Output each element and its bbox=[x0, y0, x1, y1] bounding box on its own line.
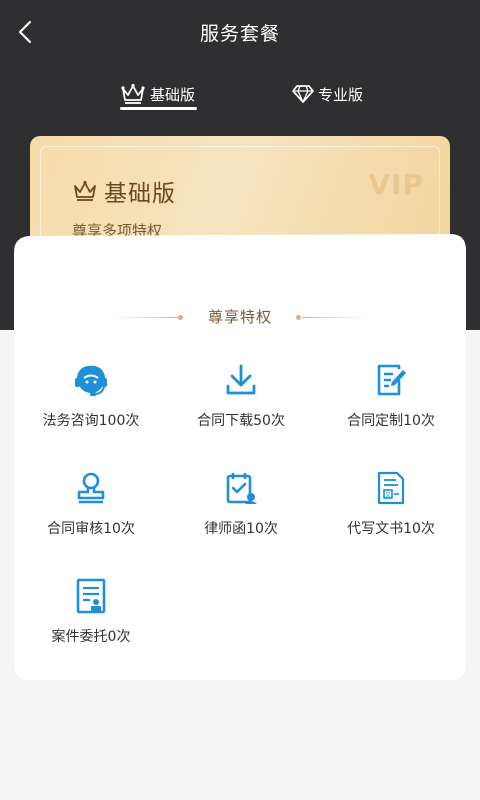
feature-label: 合同下载50次 bbox=[197, 413, 285, 429]
feature-contract-custom[interactable]: 合同定制10次 bbox=[316, 352, 466, 452]
feature-label: 合同审核10次 bbox=[47, 521, 135, 537]
feature-contract-download[interactable]: 合同下载50次 bbox=[166, 352, 316, 452]
document-icon: 文 bbox=[377, 471, 405, 505]
feature-label: 律师函10次 bbox=[204, 521, 278, 537]
feature-label: 案件委托0次 bbox=[51, 629, 131, 645]
feature-case-entrust[interactable]: 案件委托0次 bbox=[16, 568, 166, 668]
lawyer-letter-icon bbox=[226, 473, 257, 504]
case-entrust-icon bbox=[76, 578, 106, 614]
feature-label: 代写文书10次 bbox=[347, 521, 435, 537]
feature-label: 法务咨询100次 bbox=[42, 413, 140, 429]
feature-contract-review[interactable]: 合同审核10次 bbox=[16, 460, 166, 560]
stamp-icon bbox=[77, 472, 105, 504]
feature-legal-consult[interactable]: 法务咨询100次 bbox=[16, 352, 166, 452]
edit-document-icon bbox=[377, 364, 406, 396]
feature-label: 合同定制10次 bbox=[347, 413, 435, 429]
section-title: 尊享特权 bbox=[207, 308, 272, 326]
download-icon bbox=[226, 364, 256, 395]
feature-lawyer-letter[interactable]: 律师函10次 bbox=[166, 460, 316, 560]
section-divider-right bbox=[302, 317, 368, 318]
headset-icon bbox=[75, 365, 107, 396]
section-divider-dot bbox=[296, 315, 301, 320]
svg-text:文: 文 bbox=[385, 491, 391, 499]
feature-ghostwriting[interactable]: 文 代写文书10次 bbox=[316, 460, 466, 560]
